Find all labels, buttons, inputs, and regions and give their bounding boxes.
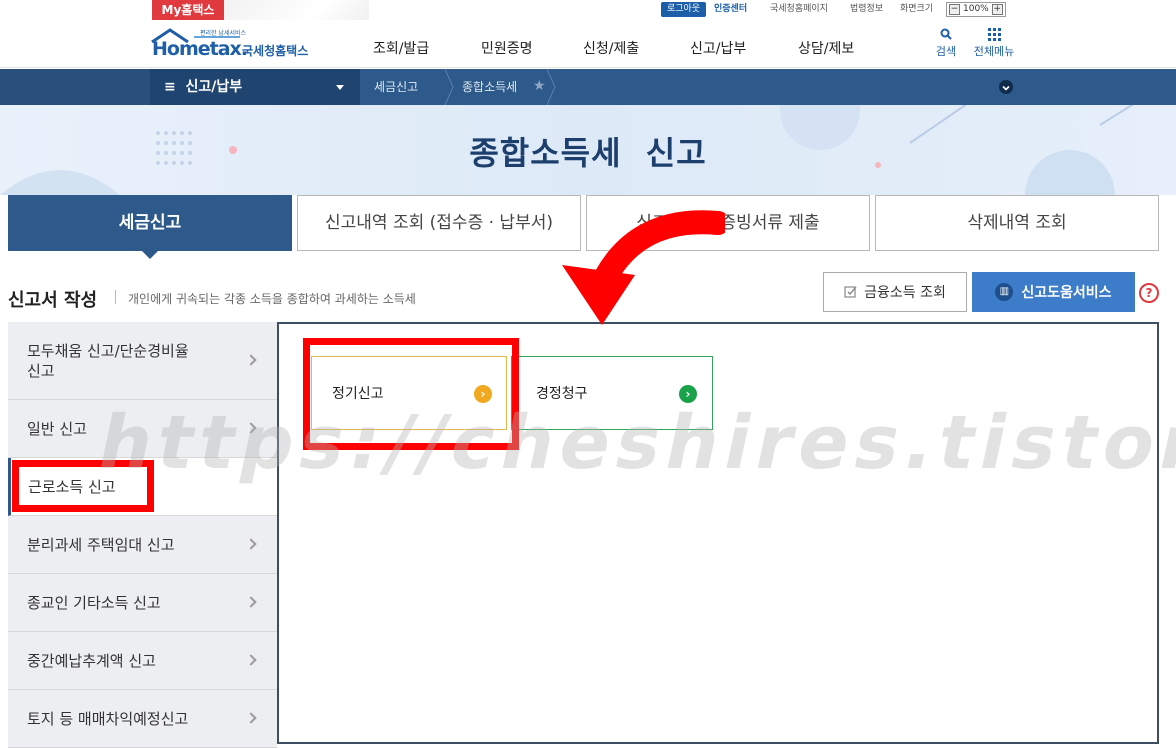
screen-size-label: 화면크기	[900, 4, 934, 14]
financial-income-button[interactable]: 금융소득 조회	[823, 272, 967, 312]
logo-tagline: 편리한 납세서비스	[200, 30, 247, 37]
page: My홈택스 로그아웃 인증센터 국세청홈페이지 법령정보 화면크기 − 100%…	[0, 0, 1176, 749]
sidebar-item-label: 일반 신고	[27, 420, 87, 438]
book-icon: ▥	[995, 283, 1014, 301]
help-question-icon[interactable]: ?	[1139, 283, 1159, 303]
tab-tax-report[interactable]: 세금신고	[8, 195, 292, 251]
chevron-right-icon	[245, 653, 257, 666]
zoom-control: − 100% +	[946, 2, 1006, 17]
location-menu-label: 신고/납부	[185, 79, 243, 95]
nav-consult[interactable]: 상담/제보	[798, 38, 854, 58]
hamburger-icon: ≡	[164, 79, 186, 95]
zoom-out-button[interactable]: −	[949, 4, 960, 15]
sidebar-item-religious[interactable]: 종교인 기타소득 신고	[8, 574, 277, 632]
tab-deleted-history[interactable]: 삭제내역 조회	[875, 195, 1159, 251]
financial-income-label: 금융소득 조회	[864, 285, 946, 301]
sidebar-item-interim[interactable]: 중간예납추계액 신고	[8, 632, 277, 690]
section-divider	[115, 290, 116, 304]
breadcrumb-separator-icon	[546, 69, 556, 105]
nav-report-pay[interactable]: 신고/납부	[690, 38, 746, 58]
report-help-service-button[interactable]: ▥ 신고도움서비스	[972, 272, 1135, 312]
page-title: 종합소득세 신고	[469, 134, 707, 172]
cert-center-link[interactable]: 인증센터	[714, 2, 747, 17]
sidebar-item-label: 토지 등 매매차익예정신고	[27, 710, 189, 728]
logo-text: Hometax.	[152, 38, 248, 60]
search-button[interactable]: 검색	[933, 28, 959, 59]
sidebar-item-housing-rental[interactable]: 분리과세 주택임대 신고	[8, 516, 277, 574]
location-bar-left	[0, 69, 150, 105]
search-label: 검색	[935, 45, 957, 58]
sidebar-item-label: 분리과세 주택임대 신고	[27, 536, 175, 554]
sidebar-item-label: 중간예납추계액 신고	[27, 652, 156, 670]
my-hometax-tab[interactable]: My홈택스	[152, 0, 224, 20]
chevron-right-icon	[245, 711, 257, 724]
nav-inquiry[interactable]: 조회/발급	[373, 38, 429, 58]
section-description: 개인에게 귀속되는 각종 소득을 종합하여 과세하는 소득세	[128, 292, 416, 306]
nav-certificate[interactable]: 민원증명	[481, 38, 533, 58]
law-info-link[interactable]: 법령정보	[850, 2, 883, 17]
zoom-level: 100%	[963, 4, 989, 14]
location-expand-button[interactable]	[999, 80, 1013, 94]
chevron-right-icon	[245, 595, 257, 608]
logout-button[interactable]: 로그아웃	[661, 2, 706, 17]
red-arrow-icon	[562, 210, 725, 325]
breadcrumb-tax-report[interactable]: 세금신고	[374, 69, 418, 105]
caret-down-icon	[336, 85, 344, 90]
breadcrumb-income-tax[interactable]: 종합소득세	[462, 69, 517, 105]
grid-menu-icon	[970, 28, 1018, 41]
sidebar-item-prefilled[interactable]: 모두채움 신고/단순경비율 신고	[8, 322, 277, 400]
nts-homepage-link[interactable]: 국세청홈페이지	[770, 2, 828, 17]
hometax-logo[interactable]: 편리한 납세서비스 Hometax. 국세청홈택스	[150, 28, 315, 60]
location-menu-dropdown[interactable]: ≡ 신고/납부	[150, 69, 360, 105]
favorite-star-icon[interactable]: ★	[533, 78, 546, 94]
sidebar-item-label: 모두채움 신고/단순경비율 신고	[27, 341, 189, 380]
sidebar-item-land-sale[interactable]: 토지 등 매매차익예정신고	[8, 690, 277, 748]
checkbox-edit-icon	[844, 286, 857, 298]
all-menu-button[interactable]: 전체메뉴	[970, 28, 1018, 59]
all-menu-label: 전체메뉴	[973, 45, 1015, 58]
search-icon	[940, 28, 952, 40]
report-help-service-label: 신고도움서비스	[1021, 285, 1112, 301]
sidebar-item-label: 종교인 기타소득 신고	[27, 594, 161, 612]
nav-application[interactable]: 신청/제출	[583, 38, 639, 58]
active-tab-pointer	[141, 250, 159, 259]
section-title: 신고서 작성	[8, 290, 98, 311]
watermark: https://cheshires.tistory.com/	[90, 400, 1176, 486]
zoom-in-button[interactable]: +	[991, 4, 1003, 15]
chevron-right-icon	[245, 537, 257, 550]
chevron-down-icon	[1002, 85, 1010, 91]
tab-report-history[interactable]: 신고내역 조회 (접수증 · 납부서)	[297, 195, 581, 251]
breadcrumb-separator-icon	[444, 69, 454, 105]
chevron-right-icon	[245, 353, 257, 366]
logo-korean: 국세청홈택스	[242, 44, 309, 58]
